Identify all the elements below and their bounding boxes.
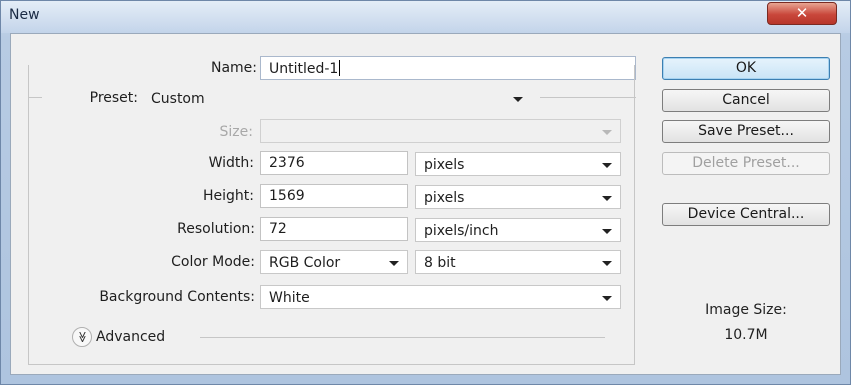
background-contents-label: Background Contents:: [99, 289, 255, 305]
chevron-down-icon: [602, 261, 612, 266]
preset-dropdown[interactable]: Custom: [142, 86, 532, 110]
background-contents-dropdown[interactable]: White: [260, 285, 621, 309]
ok-button[interactable]: OK: [662, 57, 830, 80]
height-unit-value: pixels: [424, 190, 465, 206]
chevron-down-icon: [389, 261, 399, 266]
chevron-down-icon: [602, 229, 612, 234]
close-button[interactable]: ✕: [767, 2, 837, 25]
image-size-label: Image Size:: [705, 302, 787, 318]
image-size-value: 10.7M: [724, 327, 768, 343]
chevron-down-icon: [602, 163, 612, 168]
width-input[interactable]: 2376: [260, 151, 408, 175]
resolution-unit-value: pixels/inch: [424, 223, 499, 239]
height-label: Height:: [203, 188, 254, 204]
advanced-separator: [200, 337, 605, 338]
save-preset-button[interactable]: Save Preset...: [662, 120, 830, 143]
width-label: Width:: [208, 155, 254, 171]
color-mode-value: RGB Color: [269, 255, 341, 271]
preset-group-box: [28, 65, 635, 365]
device-central-button[interactable]: Device Central...: [662, 203, 830, 226]
height-unit-dropdown[interactable]: pixels: [415, 185, 621, 209]
resolution-label: Resolution:: [177, 221, 255, 237]
preset-value: Custom: [151, 91, 205, 107]
size-label: Size:: [219, 124, 253, 140]
resolution-unit-dropdown[interactable]: pixels/inch: [415, 218, 621, 242]
advanced-toggle-button[interactable]: ≫: [72, 327, 92, 347]
background-contents-value: White: [269, 290, 310, 306]
group-top-line-left: [28, 97, 42, 98]
chevron-down-icon: [602, 296, 612, 301]
bit-depth-dropdown[interactable]: 8 bit: [415, 250, 621, 274]
chevron-double-down-icon: ≫: [75, 331, 89, 343]
delete-preset-button: Delete Preset...: [662, 152, 830, 175]
width-value: 2376: [269, 155, 305, 171]
chevron-down-icon: [513, 97, 523, 102]
chevron-down-icon: [602, 196, 612, 201]
group-top-line-right: [540, 97, 636, 98]
advanced-label[interactable]: Advanced: [96, 329, 165, 345]
preset-label: Preset:: [89, 90, 138, 106]
height-input[interactable]: 1569: [260, 184, 408, 208]
width-unit-value: pixels: [424, 157, 465, 173]
resolution-input[interactable]: 72: [260, 217, 408, 241]
window-title: New: [9, 7, 40, 23]
resolution-value: 72: [269, 221, 287, 237]
width-unit-dropdown[interactable]: pixels: [415, 152, 621, 176]
size-dropdown: [260, 119, 621, 143]
color-mode-label: Color Mode:: [171, 254, 255, 270]
title-bar[interactable]: New ✕: [1, 1, 850, 33]
bit-depth-value: 8 bit: [424, 255, 456, 271]
color-mode-dropdown[interactable]: RGB Color: [260, 250, 408, 274]
close-icon: ✕: [795, 4, 809, 22]
height-value: 1569: [269, 188, 305, 204]
chevron-down-icon: [602, 130, 612, 135]
cancel-button[interactable]: Cancel: [662, 89, 830, 112]
